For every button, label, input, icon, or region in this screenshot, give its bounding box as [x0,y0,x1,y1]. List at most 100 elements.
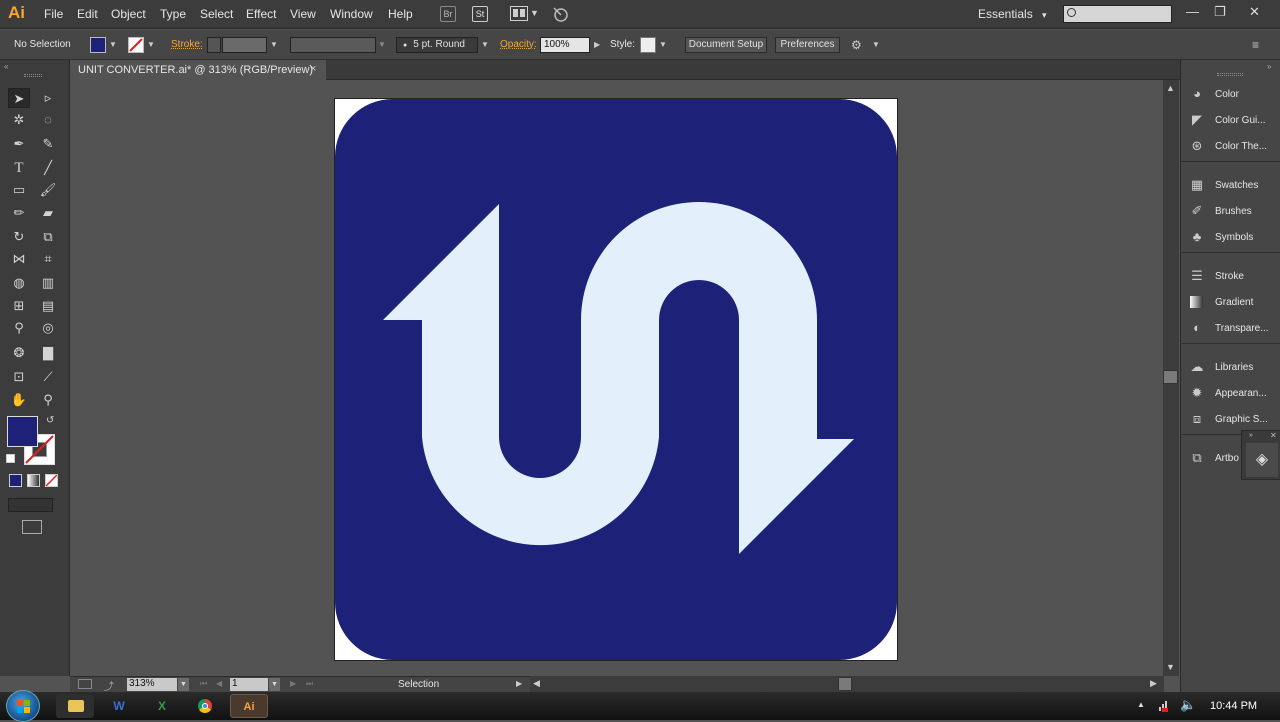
panel-transparency[interactable]: ◐ Transpare... [1181,316,1280,340]
document-setup-button[interactable]: Document Setup [685,37,767,53]
previous-artboard-icon[interactable]: ◀ [216,679,222,688]
direct-selection-tool-icon[interactable]: ▹ [37,88,59,108]
menu-select[interactable]: Select [200,7,233,21]
menu-view[interactable]: View [290,7,316,21]
scroll-down-icon[interactable]: ▼ [1166,662,1175,672]
blend-tool-icon[interactable]: ◎ [37,318,59,338]
chevron-down-icon[interactable]: ▼ [530,8,539,18]
variable-width-profile[interactable] [290,37,376,53]
rectangle-tool-icon[interactable]: ▭ [8,180,30,200]
preferences-button[interactable]: Preferences [775,37,840,53]
menu-object[interactable]: Object [111,7,146,21]
chevron-down-icon[interactable]: ▼ [270,40,278,49]
first-artboard-icon[interactable]: ⏮ [200,679,207,689]
hand-tool-icon[interactable]: ✋ [8,390,30,410]
stock-icon[interactable]: St [472,6,488,22]
scroll-left-icon[interactable]: ◀ [533,678,540,689]
brush-definition-select[interactable]: ● 5 pt. Round [396,37,478,53]
zoom-input[interactable]: 313% [127,678,177,691]
curvature-tool-icon[interactable]: ✎ [37,134,59,154]
slice-tool-icon[interactable]: ⟋ [37,367,59,387]
gpu-performance-icon[interactable] [551,5,569,23]
rotate-tool-icon[interactable]: ↻ [8,227,30,247]
arrange-documents-icon[interactable] [510,6,528,21]
type-tool-icon[interactable]: T [8,158,30,178]
panel-color[interactable]: ◕ Color [1181,82,1280,106]
tab-unit-converter[interactable]: UNIT CONVERTER.ai* @ 313% (RGB/Preview) [70,60,326,80]
artboard-number-input[interactable]: 1 [230,678,268,691]
graphic-style-swatch[interactable] [640,37,656,53]
opacity-input[interactable]: 100% [540,37,590,53]
file-explorer-taskbar-button[interactable] [56,694,94,718]
menu-edit[interactable]: Edit [77,7,98,21]
restore-button[interactable]: ❐ [1214,4,1226,20]
status-menu-icon[interactable]: ▶ [516,679,522,688]
panel-color-guide[interactable]: ◤ Color Gui... [1181,108,1280,132]
share-icon[interactable]: ⤴ [104,678,114,693]
network-icon[interactable] [1158,698,1170,712]
artboard[interactable] [334,98,898,661]
show-hidden-icons[interactable]: ▲ [1137,700,1145,709]
panel-brushes[interactable]: ✐ Brushes [1181,199,1280,223]
layers-icon[interactable]: ◈ [1246,443,1278,477]
paintbrush-tool-icon[interactable]: 🖌 [37,180,59,200]
arrange-icon[interactable]: ⚙ [851,38,862,52]
eyedropper-tool-icon[interactable]: ⚲ [8,318,30,338]
perspective-grid-tool-icon[interactable]: ▥ [37,273,59,293]
horizontal-scroll-thumb[interactable] [838,677,852,691]
menu-window[interactable]: Window [330,7,373,21]
stroke-weight-input[interactable] [222,37,267,53]
grip-handle[interactable] [24,74,42,77]
selection-tool-icon[interactable]: ➤ [8,88,30,108]
chevron-down-icon[interactable]: ▼ [178,678,189,691]
panel-swatches[interactable]: ▦ Swatches [1181,173,1280,197]
search-field[interactable] [1063,5,1172,24]
menu-help[interactable]: Help [388,7,413,21]
fill-color-box-front[interactable] [7,416,38,447]
panel-stroke[interactable]: ☰ Stroke [1181,264,1280,288]
menu-type[interactable]: Type [160,7,186,21]
minimize-button[interactable]: — [1186,4,1199,19]
column-graph-tool-icon[interactable]: ▇ [37,343,59,363]
default-colors-icon[interactable] [6,454,15,463]
free-transform-tool-icon[interactable]: ⌗ [37,249,59,269]
stroke-weight-stepper[interactable] [207,37,221,53]
gradient-mode-icon[interactable] [27,474,40,487]
artboard-options-icon[interactable] [78,679,92,689]
none-mode-icon[interactable] [45,474,58,487]
horizontal-scrollbar[interactable]: ◀ ▶ [530,676,1164,692]
vertical-scroll-thumb[interactable] [1163,370,1178,384]
close-icon[interactable]: ✕ [1270,431,1277,440]
swap-fill-stroke-icon[interactable]: ↺ [46,415,54,426]
floating-layers-panel[interactable]: » ✕ ◈ [1241,430,1280,480]
panel-gradient[interactable]: Gradient [1181,290,1280,314]
panel-graphic-styles[interactable]: ⧈ Graphic S... [1181,407,1280,431]
chevron-down-icon[interactable]: ▼ [872,40,880,49]
expand-panels-icon[interactable]: » [1267,62,1271,71]
next-artboard-icon[interactable]: ▶ [290,679,296,688]
drawing-modes-icon[interactable] [8,498,53,512]
excel-taskbar-button[interactable]: X [143,694,181,718]
width-tool-icon[interactable]: ⋈ [8,249,30,269]
chevron-down-icon[interactable]: ▼ [481,40,489,49]
menu-effect[interactable]: Effect [246,7,276,21]
control-bar-menu-icon[interactable]: ≡ [1252,38,1259,52]
gradient-tool-icon[interactable]: ▤ [37,296,59,316]
workspace-switcher[interactable]: Essentials ▾ [978,7,1047,21]
panel-color-themes[interactable]: ⊛ Color The... [1181,134,1280,158]
artboard-tool-icon[interactable]: ⊡ [8,367,30,387]
chevron-down-icon[interactable]: ▼ [269,678,280,691]
chevron-down-icon[interactable]: ▼ [659,40,667,49]
symbol-sprayer-tool-icon[interactable]: ❂ [8,343,30,363]
stroke-label[interactable]: Stroke: [171,39,203,50]
volume-icon[interactable]: 🔈 [1180,697,1196,713]
word-taskbar-button[interactable]: W [100,694,138,718]
close-tab-button[interactable]: × [310,63,316,75]
grip-handle[interactable] [1217,73,1243,76]
expand-icon[interactable]: » [1249,432,1253,439]
canvas-area[interactable] [70,80,1164,676]
lasso-tool-icon[interactable]: ◌ [37,110,59,130]
opacity-label[interactable]: Opacity: [500,39,537,50]
pen-tool-icon[interactable]: ✒ [8,134,30,154]
magic-wand-tool-icon[interactable]: ✲ [8,110,30,130]
